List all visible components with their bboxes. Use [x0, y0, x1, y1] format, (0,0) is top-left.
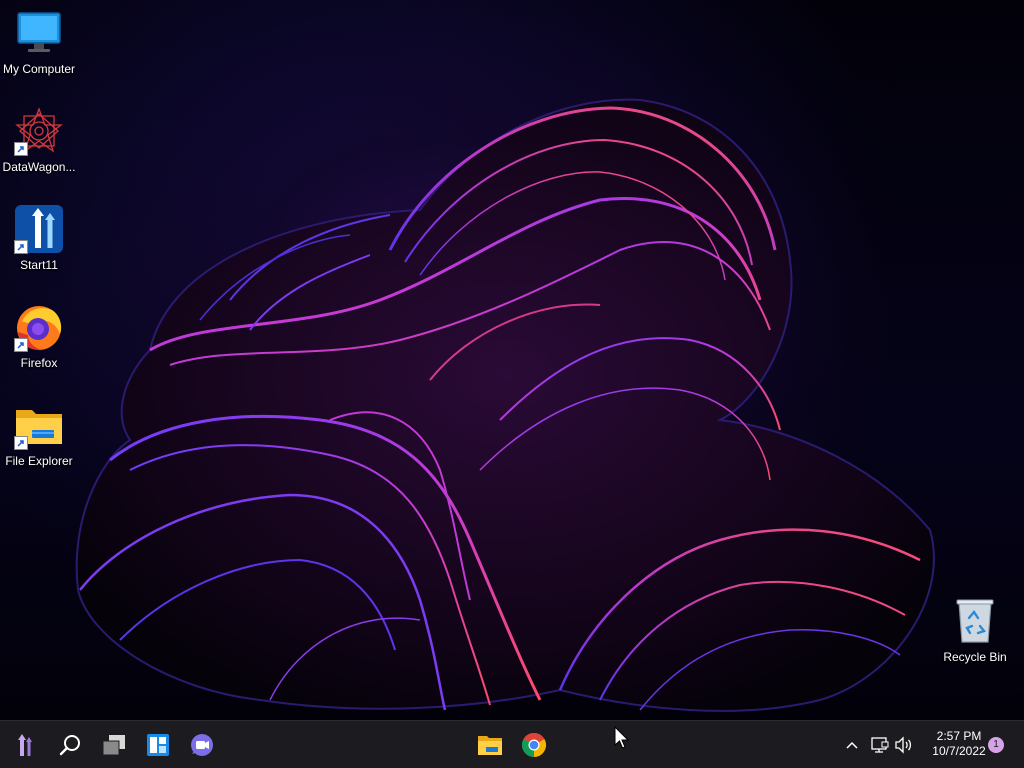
desktop-icon-my-computer[interactable]: My Computer — [0, 2, 78, 96]
desktop-icon-firefox[interactable]: Firefox — [0, 296, 78, 390]
monitor-icon — [14, 8, 64, 58]
start-button[interactable] — [4, 725, 44, 765]
taskbar: 2:57 PM 10/7/2022 1 — [0, 720, 1024, 768]
search-button[interactable] — [50, 725, 90, 765]
widgets-icon — [147, 734, 169, 756]
desktop-icon-label: Firefox — [20, 356, 58, 370]
desktop-icon-recycle-bin[interactable]: Recycle Bin — [936, 590, 1014, 684]
widgets-button[interactable] — [138, 725, 178, 765]
desktop-icon-label: File Explorer — [5, 454, 73, 468]
network-button[interactable] — [868, 733, 892, 757]
teams-chat-button[interactable] — [182, 725, 222, 765]
file-explorer-icon — [478, 736, 502, 755]
shortcut-arrow-icon — [14, 142, 28, 156]
datawagon-star-icon — [14, 106, 64, 156]
desktop-icon-file-explorer[interactable]: File Explorer — [0, 394, 78, 488]
mouse-cursor-icon — [614, 726, 630, 749]
shortcut-arrow-icon — [14, 436, 28, 450]
volume-button[interactable] — [892, 733, 916, 757]
clock-date: 10/7/2022 — [932, 744, 986, 758]
desktop-icon-datawagon[interactable]: DataWagon... — [0, 100, 78, 194]
clock-time: 2:57 PM — [936, 729, 982, 743]
desktop[interactable]: My Computer DataWagon... Start11 Firefox… — [0, 0, 1024, 720]
desktop-icon-label: Start11 — [20, 258, 58, 272]
wallpaper-bloom — [75, 98, 935, 712]
task-view-icon — [102, 735, 125, 756]
speaker-icon — [895, 736, 912, 754]
firefox-icon — [14, 302, 64, 352]
recycle-bin-icon — [950, 596, 1000, 646]
shortcut-arrow-icon — [14, 338, 28, 352]
desktop-icon-label: My Computer — [2, 62, 76, 76]
desktop-icon-start11[interactable]: Start11 — [0, 198, 78, 292]
desktop-icon-label: Recycle Bin — [943, 650, 1007, 664]
desktop-icon-label: DataWagon... — [2, 160, 76, 174]
teams-chat-icon — [191, 734, 213, 756]
chrome-taskbar-button[interactable] — [514, 725, 554, 765]
system-clock[interactable]: 2:57 PM 10/7/2022 — [920, 729, 998, 759]
start11-logo-icon — [18, 734, 32, 756]
search-icon — [59, 735, 80, 756]
notification-badge[interactable]: 1 — [988, 737, 1004, 753]
chrome-icon — [521, 732, 547, 757]
folder-icon — [14, 400, 64, 450]
task-view-button[interactable] — [94, 725, 134, 765]
network-icon — [871, 737, 889, 753]
start11-icon — [14, 204, 64, 254]
shortcut-arrow-icon — [14, 240, 28, 254]
chevron-up-icon — [846, 741, 858, 749]
show-hidden-icons-button[interactable] — [840, 733, 864, 757]
file-explorer-taskbar-button[interactable] — [470, 725, 510, 765]
